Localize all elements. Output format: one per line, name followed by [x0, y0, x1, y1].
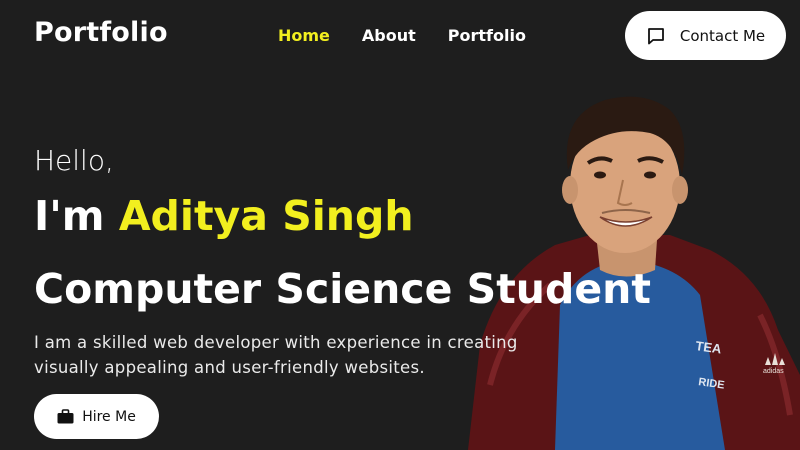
main-nav: Home About Portfolio: [278, 26, 558, 45]
briefcase-icon: [57, 409, 74, 424]
hero-role: Computer Science Student: [34, 265, 651, 313]
hire-me-button[interactable]: Hire Me: [34, 394, 159, 439]
hero-name: Aditya Singh: [118, 192, 414, 240]
nav-portfolio[interactable]: Portfolio: [448, 26, 526, 45]
hire-me-label: Hire Me: [82, 408, 136, 425]
hero-intro: I'm Aditya Singh: [34, 192, 414, 240]
site-logo[interactable]: Portfolio: [34, 17, 168, 48]
description-line-2: visually appealing and user-friendly web…: [34, 358, 425, 377]
intro-prefix: I'm: [34, 192, 105, 240]
description-line-1: I am a skilled web developer with experi…: [34, 333, 518, 352]
contact-me-button[interactable]: Contact Me: [625, 11, 786, 60]
hero-greeting: Hello,: [34, 144, 114, 177]
photo-jacket-logo: adidas: [763, 368, 784, 375]
nav-about[interactable]: About: [362, 26, 416, 45]
hero-description: I am a skilled web developer with experi…: [34, 330, 574, 380]
nav-home[interactable]: Home: [278, 26, 330, 45]
message-icon: [647, 27, 664, 44]
contact-me-label: Contact Me: [679, 26, 766, 45]
